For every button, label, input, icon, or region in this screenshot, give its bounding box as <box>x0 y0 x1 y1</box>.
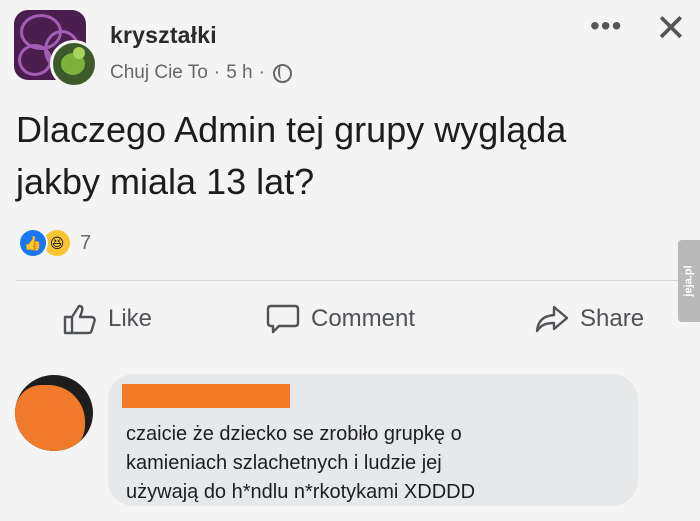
like-button[interactable]: Like <box>62 303 152 335</box>
close-icon[interactable]: ✕ <box>655 10 687 48</box>
post-text: Dlaczego Admin tej grupy wygląda jakby m… <box>16 104 686 208</box>
share-label: Share <box>580 305 645 332</box>
comment-line: czaicie że dziecko se zrobiło grupkę o <box>126 423 462 445</box>
commenter-name-redaction <box>122 384 290 408</box>
like-reaction-icon: 👍 <box>18 228 48 258</box>
comment-label: Comment <box>311 305 416 332</box>
avatar-redaction <box>15 385 85 451</box>
commenter-avatar[interactable] <box>15 375 93 451</box>
share-icon <box>535 305 569 333</box>
divider <box>16 280 684 281</box>
comment-text: czaicie że dziecko se zrobiło grupkę o k… <box>126 420 626 507</box>
thumbs-up-icon <box>63 304 96 335</box>
comment-button[interactable]: Comment <box>265 303 415 335</box>
group-name[interactable]: kryształki <box>110 22 217 49</box>
meta-separator: · <box>213 62 221 83</box>
reactions-summary[interactable]: 👍 😆 7 <box>18 228 91 258</box>
post-text-line: Dlaczego Admin tej grupy wygląda <box>16 109 567 150</box>
globe-icon <box>272 63 292 83</box>
watermark: jeja.pl <box>678 240 700 322</box>
share-button[interactable]: Share <box>534 303 644 335</box>
more-icon[interactable]: ••• <box>590 12 622 40</box>
reaction-count: 7 <box>80 231 92 254</box>
author-avatar[interactable] <box>50 40 98 88</box>
like-label: Like <box>108 305 153 332</box>
post-text-line: jakby miala 13 lat? <box>16 161 315 202</box>
post-meta: Chuj Cie To · 5 h · <box>110 62 292 84</box>
comment-line: używają do h*ndlu n*rkotykami XDDDD <box>126 481 476 503</box>
post-card: kryształki Chuj Cie To · 5 h · ••• ✕ Dla… <box>0 0 700 521</box>
comment-line: kamieniach szlachetnych i ludzie jej <box>126 452 442 474</box>
watermark-text: jeja.pl <box>683 265 695 297</box>
post-time[interactable]: 5 h <box>226 62 252 84</box>
author-name[interactable]: Chuj Cie To <box>110 62 208 84</box>
meta-separator: · <box>258 62 265 83</box>
comment-icon <box>266 304 300 334</box>
